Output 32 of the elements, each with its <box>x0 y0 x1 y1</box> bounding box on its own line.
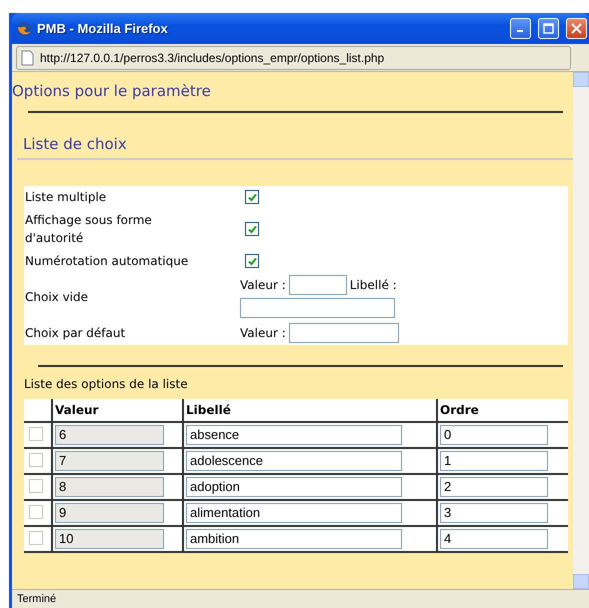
setting-label: Choix vide <box>24 288 90 306</box>
order-field[interactable]: 3 <box>440 503 548 523</box>
setting-label: Liste multiple <box>24 189 108 206</box>
field-label: Libellé : <box>350 278 397 292</box>
setting-label: Choix par défaut <box>24 325 126 342</box>
url-text: http://127.0.0.1/perros3.3/includes/options_empr/options_list.php <box>40 50 384 64</box>
column-header: Valeur <box>52 399 183 422</box>
order-field[interactable]: 2 <box>440 477 548 497</box>
setting-label: Numérotation automatique <box>24 253 190 270</box>
label-field[interactable]: ambition <box>186 529 402 549</box>
value-field[interactable]: 10 <box>55 529 164 549</box>
status-text: Terminé <box>12 589 589 608</box>
column-header: Ordre <box>437 399 568 422</box>
setting-label: Affichage sous forme d'autorité <box>24 212 153 247</box>
window-title: PMB - Mozilla Firefox <box>37 21 169 36</box>
order-field[interactable]: 4 <box>440 529 548 549</box>
label-field[interactable]: alimentation <box>186 503 402 523</box>
page-heading: Options pour le paramètre <box>12 82 212 100</box>
label-field[interactable]: absence <box>186 425 402 445</box>
value-field[interactable]: 6 <box>55 425 164 445</box>
value-field[interactable]: 8 <box>55 477 164 497</box>
value-field[interactable]: 7 <box>55 451 164 471</box>
field-label: Valeur : <box>240 278 286 292</box>
order-field[interactable]: 0 <box>440 425 548 445</box>
list-title: Liste des options de la liste <box>24 377 189 391</box>
order-field[interactable]: 1 <box>440 451 548 471</box>
address-field[interactable]: http://127.0.0.1/perros3.3/includes/options_empr/options_list.php <box>16 46 571 70</box>
value-field[interactable]: 9 <box>55 503 164 523</box>
column-header: Libellé <box>183 399 437 422</box>
label-field[interactable]: adoption <box>186 477 402 497</box>
field-label: Valeur : <box>240 326 286 340</box>
label-field[interactable]: adolescence <box>186 451 402 471</box>
